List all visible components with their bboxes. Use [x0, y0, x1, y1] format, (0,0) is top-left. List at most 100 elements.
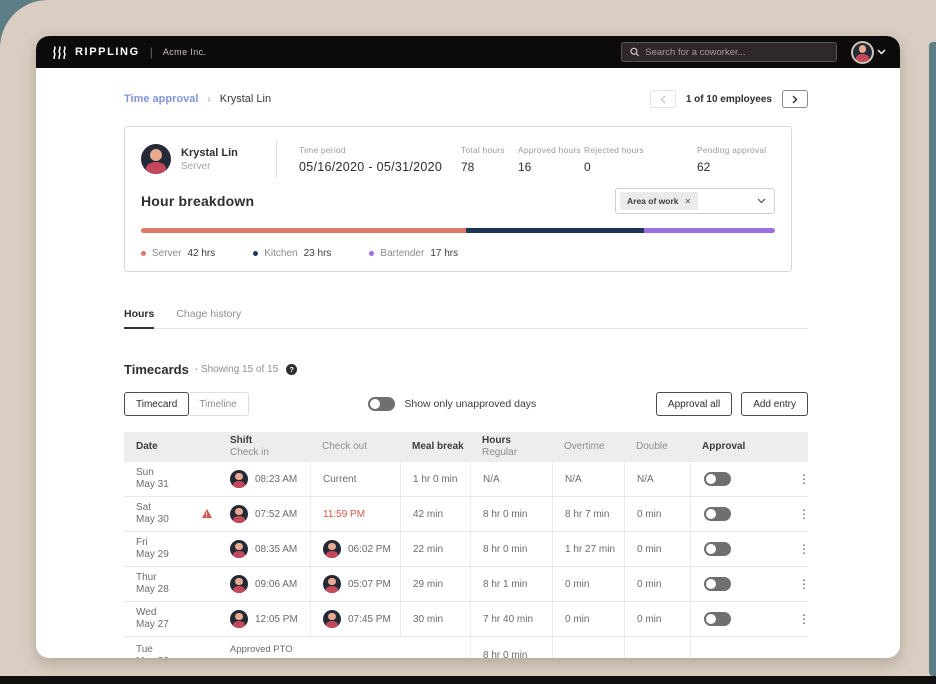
bar-segment-kitchen	[465, 228, 644, 233]
timecards-heading: Timecards - Showing 15 of 15 ?	[124, 362, 808, 377]
view-switcher: Timecard Timeline	[124, 392, 249, 416]
pto-note: Approved PTO by Max Frothinghman on May …	[230, 643, 390, 659]
stat-total-hours: Total hours 78	[461, 144, 505, 174]
legend-item-server: Server 42 hrs	[141, 248, 215, 259]
breadcrumb-current: Krystal Lin	[219, 93, 272, 105]
next-employee-button[interactable]	[782, 90, 808, 108]
brand-divider: |	[149, 45, 153, 59]
kebab-menu-icon[interactable]: ⋮	[780, 612, 810, 626]
legend-dot	[141, 251, 146, 256]
approval-toggle[interactable]	[704, 472, 731, 486]
col-hours: Hours	[482, 435, 511, 446]
screen-bottom-bar	[0, 676, 936, 684]
table-header: Date Shift Check in Check out Meal break…	[124, 432, 808, 462]
col-approval: Approval	[702, 441, 746, 452]
add-entry-button[interactable]: Add entry	[741, 392, 808, 416]
employee-role: Server	[181, 160, 211, 172]
area-of-work-chip: Area of work ✕	[620, 192, 699, 210]
user-avatar[interactable]	[853, 42, 872, 62]
approval-toggle[interactable]	[704, 577, 731, 591]
top-navbar: RIPPLING | Acme Inc.	[36, 36, 900, 68]
kebab-menu-icon[interactable]: ⋮	[780, 542, 810, 556]
table-row: Wed May 27 12:05 PM 07:45 PM 30 min 7 hr …	[124, 602, 810, 637]
chevron-down-icon	[757, 198, 766, 204]
help-icon[interactable]: ?	[286, 364, 298, 375]
timecard-view-button[interactable]: Timecard	[124, 392, 190, 416]
bar-segment-bartender	[643, 228, 775, 233]
employee-name: Krystal Lin	[181, 146, 238, 159]
pager-label: 1 of 10 employees	[685, 93, 772, 105]
kebab-menu-icon[interactable]: ⋮	[780, 507, 810, 521]
table-row: Sun May 31 08:23 AM Current 1 hr 0 min N/…	[124, 462, 810, 497]
timecards-count: - Showing 15 of 15	[194, 364, 279, 375]
breadcrumb-link-time-approval[interactable]: Time approval	[124, 93, 198, 105]
account-menu[interactable]	[853, 42, 886, 62]
col-shift: Shift	[230, 435, 253, 446]
close-icon[interactable]: ✕	[685, 197, 692, 206]
avatar	[230, 540, 248, 558]
col-meal-break: Meal break	[412, 441, 464, 452]
col-check-in: Check in	[230, 447, 269, 458]
avatar	[323, 575, 341, 593]
legend-item-kitchen: Kitchen 23 hrs	[253, 248, 331, 259]
table-row: SatMay 30 07:52 AM 11:59 PM 42 min 8 hr …	[124, 497, 810, 532]
search-input[interactable]	[645, 46, 828, 58]
avatar	[230, 610, 248, 628]
timecards-table: Date Shift Check in Check out Meal break…	[124, 432, 810, 658]
background-edge	[929, 42, 936, 676]
app-window: RIPPLING | Acme Inc. Time approval › Kry…	[36, 36, 900, 658]
table-row: Fri May 29 08:35 AM 06:02 PM 22 min 8 hr …	[124, 532, 810, 567]
approval-toggle[interactable]	[704, 507, 731, 521]
bar-segment-server	[141, 228, 466, 233]
bar-legend: Server 42 hrs Kitchen 23 hrs Bartender 1…	[141, 248, 775, 259]
coworker-search[interactable]	[621, 42, 837, 62]
legend-dot	[253, 251, 259, 256]
divider	[276, 140, 277, 178]
stat-pending-approval: Pending approval 62	[697, 144, 767, 174]
warning-icon	[202, 509, 212, 522]
approval-all-button[interactable]: Approval all	[655, 392, 733, 416]
table-row-pto: TueMay 26 Approved PTO by Max Frothinghm…	[124, 637, 808, 658]
summary-stats: Time period 05/16/2020 - 05/31/2020 Tota…	[299, 145, 775, 174]
search-icon	[630, 47, 640, 57]
company-name: Acme Inc.	[162, 47, 207, 57]
toggle-label: Show only unapproved days	[404, 398, 537, 410]
timecards-toolbar: Timecard Timeline Show only unapproved d…	[124, 392, 808, 416]
tab-hours[interactable]: Hours	[124, 308, 155, 329]
avatar	[323, 610, 341, 628]
col-date: Date	[136, 441, 158, 452]
employee-identity: Krystal Lin Server	[141, 144, 276, 174]
table-row: Thur May 28 09:06 AM 05:07 PM 29 min 8 hr…	[124, 567, 810, 602]
chevron-left-icon	[660, 95, 666, 103]
rippling-brand[interactable]: RIPPLING	[52, 45, 140, 59]
breadcrumb-chevron-icon: ›	[207, 93, 211, 105]
avatar	[230, 470, 248, 488]
hour-breakdown-title: Hour breakdown	[141, 193, 255, 209]
stat-approved-hours: Approved hours 16	[518, 144, 581, 174]
tab-change-history[interactable]: Chage history	[176, 308, 241, 328]
col-check-out: Check out	[322, 441, 368, 452]
legend-dot	[369, 251, 375, 256]
employee-pager: 1 of 10 employees	[649, 90, 808, 108]
stat-rejected-hours: Rejected hours 0	[584, 144, 644, 174]
breadcrumb: Time approval › Krystal Lin 1 of 10 empl…	[124, 90, 808, 108]
approval-toggle[interactable]	[704, 612, 731, 626]
legend-item-bartender: Bartender 17 hrs	[369, 248, 458, 259]
brand-name: RIPPLING	[75, 46, 140, 58]
area-of-work-select[interactable]: Area of work ✕	[615, 188, 775, 214]
employee-avatar	[141, 144, 171, 174]
unapproved-days-toggle[interactable]	[368, 397, 396, 411]
approval-toggle[interactable]	[704, 542, 731, 556]
chevron-down-icon[interactable]	[877, 49, 886, 55]
employee-summary-card: Krystal Lin Server Time period 05/16/202…	[124, 126, 792, 272]
timeline-view-button[interactable]: Timeline	[187, 392, 249, 416]
stat-time-period: Time period 05/16/2020 - 05/31/2020	[299, 144, 443, 174]
toggle-knob	[370, 399, 381, 409]
kebab-menu-icon[interactable]: ⋮	[780, 472, 810, 486]
prev-employee-button[interactable]	[649, 90, 676, 108]
rippling-logo-icon	[53, 45, 66, 59]
col-regular: Regular	[482, 447, 518, 458]
kebab-menu-icon[interactable]: ⋮	[780, 577, 810, 591]
section-tabs: Hours Chage history	[124, 308, 808, 329]
col-double: Double	[636, 441, 668, 452]
